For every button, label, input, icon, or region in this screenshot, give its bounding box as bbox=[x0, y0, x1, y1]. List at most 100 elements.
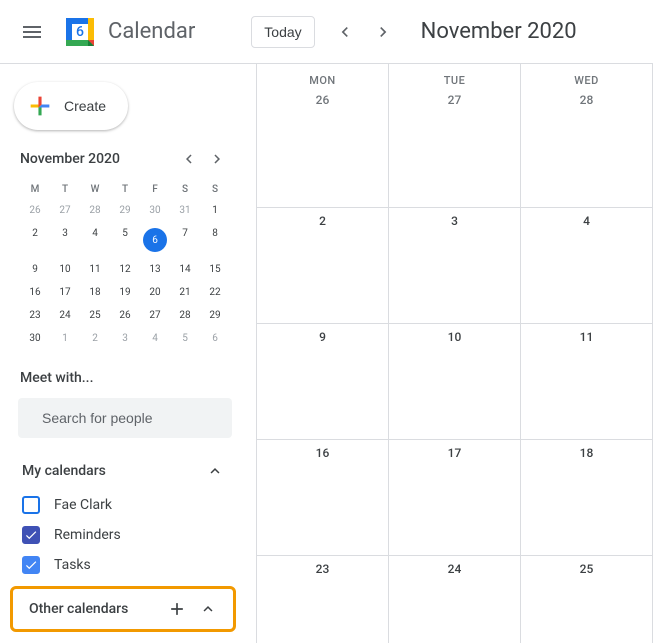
month-nav bbox=[327, 14, 401, 50]
mini-dow: T bbox=[110, 180, 140, 199]
calendar-label: Tasks bbox=[54, 557, 91, 573]
mini-day[interactable]: 5 bbox=[110, 222, 140, 258]
mini-calendar: November 2020 MTWTFSS2627282930311234567… bbox=[10, 146, 236, 362]
mini-day[interactable]: 13 bbox=[140, 258, 170, 281]
mini-day[interactable]: 17 bbox=[50, 281, 80, 304]
day-cell[interactable]: 2 bbox=[257, 207, 389, 323]
mini-day[interactable]: 4 bbox=[140, 327, 170, 350]
mini-day[interactable]: 6 bbox=[140, 222, 170, 258]
prev-month-button[interactable] bbox=[327, 14, 363, 50]
mini-day[interactable]: 4 bbox=[80, 222, 110, 258]
mini-dow: F bbox=[140, 180, 170, 199]
day-cell[interactable]: 9 bbox=[257, 323, 389, 439]
mini-day[interactable]: 3 bbox=[110, 327, 140, 350]
my-calendars-toggle[interactable]: My calendars bbox=[12, 454, 234, 488]
day-cell[interactable]: 10 bbox=[389, 323, 521, 439]
mini-day[interactable]: 30 bbox=[20, 327, 50, 350]
mini-day[interactable]: 11 bbox=[80, 258, 110, 281]
mini-day[interactable]: 27 bbox=[50, 199, 80, 222]
mini-day[interactable]: 30 bbox=[140, 199, 170, 222]
plus-icon bbox=[26, 92, 54, 120]
mini-day[interactable]: 12 bbox=[110, 258, 140, 281]
mini-day[interactable]: 5 bbox=[170, 327, 200, 350]
day-cell[interactable]: 16 bbox=[257, 439, 389, 555]
mini-day[interactable]: 6 bbox=[200, 327, 230, 350]
mini-day[interactable]: 10 bbox=[50, 258, 80, 281]
day-cell[interactable]: 23 bbox=[257, 555, 389, 643]
mini-day[interactable]: 27 bbox=[140, 304, 170, 327]
mini-prev-button[interactable] bbox=[176, 146, 202, 172]
day-cell[interactable]: 26 bbox=[257, 91, 389, 207]
calendar-checkbox[interactable] bbox=[22, 496, 40, 514]
today-button[interactable]: Today bbox=[251, 16, 314, 48]
mini-day[interactable]: 3 bbox=[50, 222, 80, 258]
menu-icon[interactable] bbox=[8, 8, 56, 56]
mini-dow: W bbox=[80, 180, 110, 199]
day-cell[interactable]: 3 bbox=[389, 207, 521, 323]
calendar-label: Reminders bbox=[54, 527, 121, 543]
mini-day[interactable]: 9 bbox=[20, 258, 50, 281]
calendar-checkbox[interactable] bbox=[22, 556, 40, 574]
calendar-item[interactable]: Tasks bbox=[12, 550, 234, 580]
mini-day[interactable]: 14 bbox=[170, 258, 200, 281]
day-column-header: MON bbox=[257, 64, 389, 91]
mini-day[interactable]: 24 bbox=[50, 304, 80, 327]
mini-day[interactable]: 31 bbox=[170, 199, 200, 222]
current-month-label: November 2020 bbox=[421, 19, 577, 44]
calendar-checkbox[interactable] bbox=[22, 526, 40, 544]
mini-day[interactable]: 21 bbox=[170, 281, 200, 304]
mini-day[interactable]: 8 bbox=[200, 222, 230, 258]
mini-dow: S bbox=[170, 180, 200, 199]
mini-day[interactable]: 18 bbox=[80, 281, 110, 304]
calendar-grid: MONTUEWED26272823491011161718232425 bbox=[256, 64, 653, 643]
day-cell[interactable]: 24 bbox=[389, 555, 521, 643]
mini-day[interactable]: 29 bbox=[110, 199, 140, 222]
chevron-up-icon bbox=[199, 600, 217, 618]
mini-cal-title: November 2020 bbox=[20, 151, 120, 167]
day-cell[interactable]: 11 bbox=[521, 323, 653, 439]
mini-day[interactable]: 1 bbox=[200, 199, 230, 222]
logo[interactable]: 6 Calendar bbox=[60, 12, 195, 52]
mini-next-button[interactable] bbox=[204, 146, 230, 172]
meet-with-label: Meet with... bbox=[10, 362, 236, 394]
day-cell[interactable]: 18 bbox=[521, 439, 653, 555]
app-header: 6 Calendar Today November 2020 bbox=[0, 0, 653, 64]
mini-day[interactable]: 25 bbox=[80, 304, 110, 327]
mini-day[interactable]: 29 bbox=[200, 304, 230, 327]
mini-day[interactable]: 23 bbox=[20, 304, 50, 327]
mini-day[interactable]: 16 bbox=[20, 281, 50, 304]
day-column-header: WED bbox=[521, 64, 653, 91]
mini-day[interactable]: 26 bbox=[110, 304, 140, 327]
day-cell[interactable]: 17 bbox=[389, 439, 521, 555]
mini-day[interactable]: 15 bbox=[200, 258, 230, 281]
search-people-box[interactable] bbox=[18, 398, 232, 438]
add-other-calendar-button[interactable] bbox=[167, 599, 187, 619]
search-people-input[interactable] bbox=[42, 410, 223, 426]
create-button[interactable]: Create bbox=[14, 82, 128, 130]
mini-day[interactable]: 19 bbox=[110, 281, 140, 304]
logo-day: 6 bbox=[76, 24, 84, 40]
mini-day[interactable]: 28 bbox=[170, 304, 200, 327]
calendar-item[interactable]: Fae Clark bbox=[12, 490, 234, 520]
mini-day[interactable]: 2 bbox=[80, 327, 110, 350]
mini-day[interactable]: 7 bbox=[170, 222, 200, 258]
mini-dow: S bbox=[200, 180, 230, 199]
day-cell[interactable]: 4 bbox=[521, 207, 653, 323]
day-cell[interactable]: 28 bbox=[521, 91, 653, 207]
day-cell[interactable]: 27 bbox=[389, 91, 521, 207]
chevron-up-icon bbox=[206, 462, 224, 480]
next-month-button[interactable] bbox=[365, 14, 401, 50]
mini-day[interactable]: 2 bbox=[20, 222, 50, 258]
my-calendars-section: My calendars Fae Clark Reminders Tasks bbox=[10, 454, 236, 582]
calendar-logo-icon: 6 bbox=[60, 12, 100, 52]
mini-day[interactable]: 28 bbox=[80, 199, 110, 222]
app-title: Calendar bbox=[108, 19, 195, 44]
mini-day[interactable]: 22 bbox=[200, 281, 230, 304]
sidebar: Create November 2020 MTWTFSS262728293031… bbox=[0, 64, 256, 643]
day-cell[interactable]: 25 bbox=[521, 555, 653, 643]
mini-day[interactable]: 20 bbox=[140, 281, 170, 304]
other-calendars-toggle[interactable]: Other calendars bbox=[19, 591, 227, 627]
calendar-item[interactable]: Reminders bbox=[12, 520, 234, 550]
mini-day[interactable]: 1 bbox=[50, 327, 80, 350]
mini-day[interactable]: 26 bbox=[20, 199, 50, 222]
